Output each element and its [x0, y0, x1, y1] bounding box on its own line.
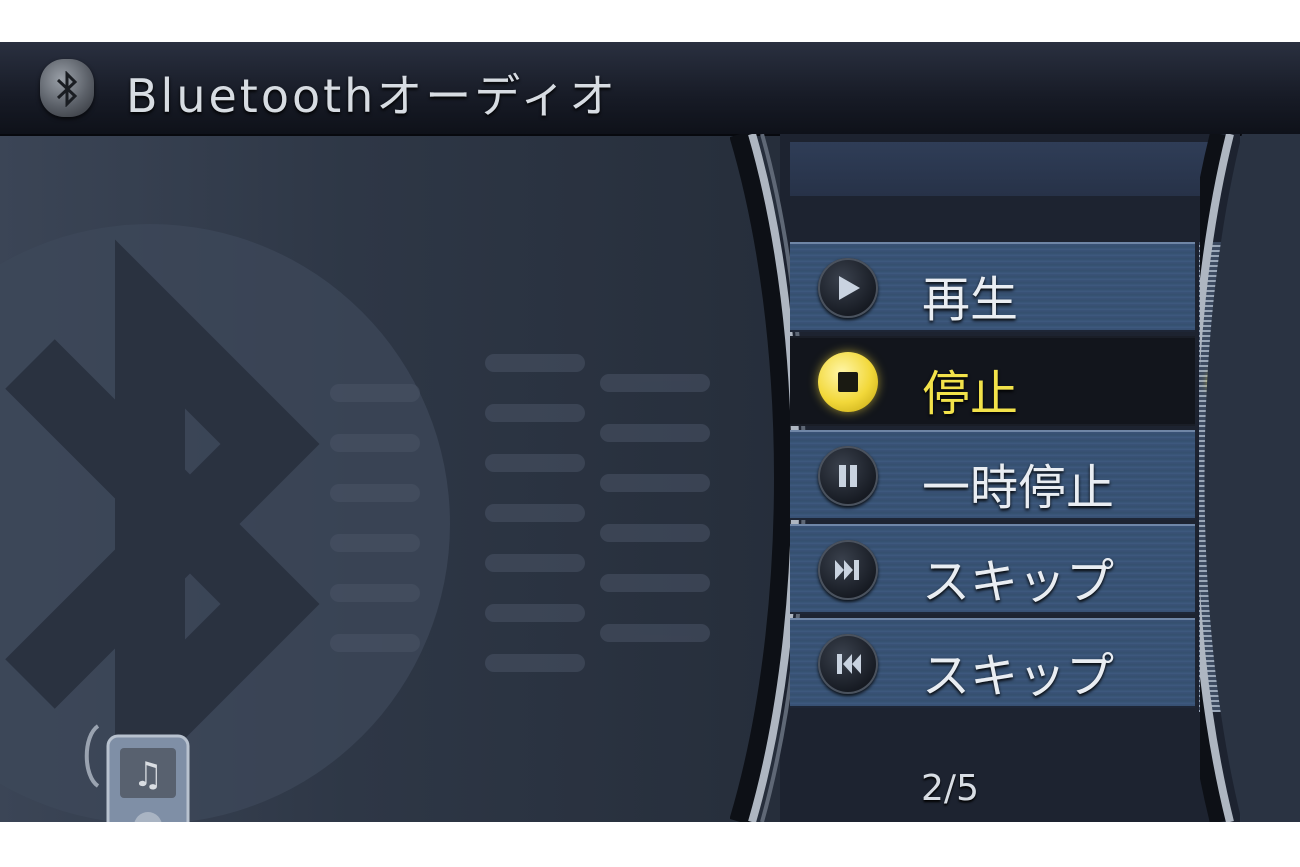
menu-top-strip	[790, 142, 1210, 196]
bluetooth-icon	[40, 59, 94, 117]
menu-item-label: 再生	[922, 272, 1019, 328]
pause-icon	[818, 446, 878, 506]
bluetooth-audio-screen: ♫ Bluetoothオーディオ 再生 停止 一時停止 スキップ スキップ 2/…	[0, 42, 1300, 822]
background-area: ♫	[0, 134, 780, 822]
svg-text:♫: ♫	[133, 755, 163, 795]
menu-item-label: 停止	[922, 366, 1019, 422]
menu-item-skip-forward[interactable]: スキップ	[790, 524, 1195, 614]
page-title: Bluetoothオーディオ	[126, 69, 619, 123]
header-bar: Bluetoothオーディオ	[0, 42, 1300, 136]
menu-item-label: スキップ	[922, 648, 1115, 704]
play-icon	[818, 258, 878, 318]
panel-right-frame	[1200, 134, 1300, 822]
skip-back-icon	[818, 634, 878, 694]
menu-item-stop[interactable]: 停止	[790, 336, 1195, 426]
stop-icon	[818, 352, 878, 412]
menu-item-pause[interactable]: 一時停止	[790, 430, 1195, 520]
menu-item-skip-back[interactable]: スキップ	[790, 618, 1195, 708]
skip-forward-icon	[818, 540, 878, 600]
music-player-icon: ♫	[84, 724, 190, 822]
menu-item-label: スキップ	[922, 554, 1115, 610]
menu-item-label: 一時停止	[922, 460, 1115, 516]
page-indicator: 2/5	[921, 768, 979, 809]
menu-item-play[interactable]: 再生	[790, 242, 1195, 332]
